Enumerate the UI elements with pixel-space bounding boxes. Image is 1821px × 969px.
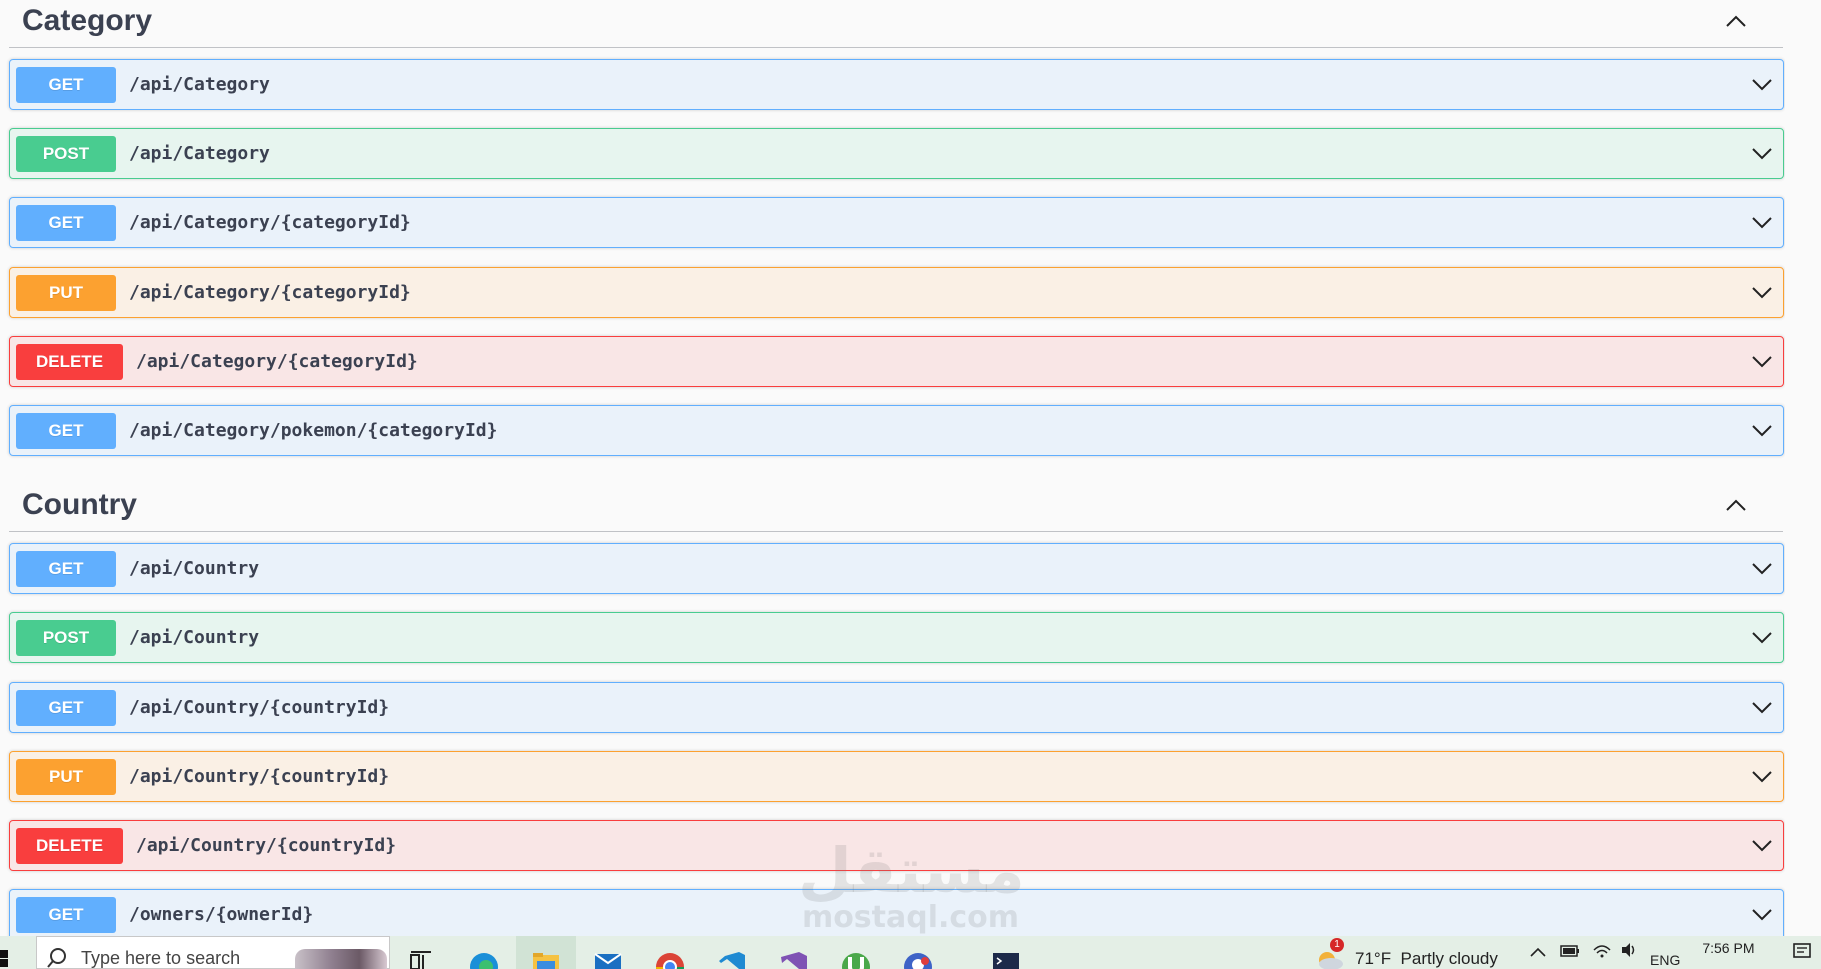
swagger-page: Category GET /api/Category POST /api/Cat… bbox=[0, 0, 1821, 936]
weather-alert-badge: 1 bbox=[1330, 938, 1344, 952]
method-badge: POST bbox=[16, 135, 116, 172]
method-badge: GET bbox=[16, 896, 116, 933]
taskbar-search-box[interactable]: Type here to search bbox=[36, 936, 390, 969]
operation-get-owner[interactable]: GET /owners/{ownerId} bbox=[9, 889, 1784, 936]
operation-put-country[interactable]: PUT /api/Country/{countryId} bbox=[9, 751, 1784, 802]
chevron-down-icon[interactable] bbox=[1747, 139, 1777, 169]
operation-delete-category[interactable]: DELETE /api/Category/{categoryId} bbox=[9, 336, 1784, 387]
operation-get-country-by-id[interactable]: GET /api/Country/{countryId} bbox=[9, 682, 1784, 733]
method-badge: DELETE bbox=[16, 827, 123, 864]
edge-icon[interactable] bbox=[454, 936, 514, 969]
method-badge: POST bbox=[16, 619, 116, 656]
method-badge: GET bbox=[16, 412, 116, 449]
chevron-down-icon[interactable] bbox=[1747, 416, 1777, 446]
operation-path: /api/Category bbox=[129, 143, 270, 164]
operation-path: /api/Country/{countryId} bbox=[129, 766, 390, 787]
method-badge: PUT bbox=[16, 274, 116, 311]
battery-icon[interactable] bbox=[1560, 944, 1580, 962]
clock[interactable]: 7:56 PM bbox=[1702, 940, 1754, 966]
method-badge: PUT bbox=[16, 758, 116, 795]
mail-icon[interactable] bbox=[578, 936, 638, 969]
start-button[interactable] bbox=[0, 944, 10, 969]
notification-icon[interactable] bbox=[1792, 941, 1812, 964]
operation-get-category-by-id[interactable]: GET /api/Category/{categoryId} bbox=[9, 197, 1784, 248]
system-tray: ENG 7:56 PM bbox=[1530, 936, 1812, 969]
operation-path: /api/Category/{categoryId} bbox=[129, 282, 411, 303]
chevron-down-icon[interactable] bbox=[1747, 831, 1777, 861]
scrollbar[interactable] bbox=[1785, 0, 1821, 936]
operation-path: /api/Country/{countryId} bbox=[136, 835, 397, 856]
operation-path: /api/Category/pokemon/{categoryId} bbox=[129, 420, 498, 441]
terminal-icon[interactable] bbox=[976, 936, 1036, 969]
chevron-down-icon[interactable] bbox=[1747, 208, 1777, 238]
utorrent-icon[interactable] bbox=[826, 936, 886, 969]
chrome-icon[interactable] bbox=[640, 936, 700, 969]
operation-path: /api/Category/{categoryId} bbox=[136, 351, 418, 372]
chevron-down-icon[interactable] bbox=[1747, 762, 1777, 792]
volume-icon[interactable] bbox=[1620, 942, 1638, 963]
tag-header-category[interactable]: Category bbox=[9, 0, 1783, 48]
operation-path: /api/Category/{categoryId} bbox=[129, 212, 411, 233]
chevron-down-icon[interactable] bbox=[1747, 347, 1777, 377]
operation-path: /api/Country bbox=[129, 558, 260, 579]
search-icon bbox=[47, 947, 67, 969]
vscode-icon[interactable] bbox=[702, 936, 762, 969]
file-explorer-icon[interactable] bbox=[516, 936, 576, 969]
language-indicator[interactable]: ENG bbox=[1650, 938, 1680, 968]
taskbar: Type here to search 1 71°F Partly cloudy bbox=[0, 936, 1821, 969]
method-badge: GET bbox=[16, 66, 116, 103]
operation-path: /api/Country bbox=[129, 627, 260, 648]
search-highlight-image bbox=[295, 949, 387, 969]
method-badge: DELETE bbox=[16, 343, 123, 380]
chevron-down-icon[interactable] bbox=[1747, 278, 1777, 308]
chevron-up-icon[interactable] bbox=[1530, 944, 1546, 962]
app-icon[interactable] bbox=[888, 936, 948, 969]
operation-path: /api/Category bbox=[129, 74, 270, 95]
operation-path: /owners/{ownerId} bbox=[129, 904, 314, 925]
method-badge: GET bbox=[16, 204, 116, 241]
weather-icon: 1 bbox=[1313, 936, 1345, 969]
chevron-down-icon[interactable] bbox=[1747, 623, 1777, 653]
operation-post-category[interactable]: POST /api/Category bbox=[9, 128, 1784, 179]
operation-delete-country[interactable]: DELETE /api/Country/{countryId} bbox=[9, 820, 1784, 871]
weather-text: 71°F Partly cloudy bbox=[1355, 948, 1498, 968]
chevron-down-icon[interactable] bbox=[1747, 70, 1777, 100]
method-badge: GET bbox=[16, 550, 116, 587]
visual-studio-icon[interactable] bbox=[764, 936, 824, 969]
wifi-icon[interactable] bbox=[1592, 942, 1612, 963]
chevron-up-icon[interactable] bbox=[1723, 492, 1749, 518]
operation-get-category-pokemon[interactable]: GET /api/Category/pokemon/{categoryId} bbox=[9, 405, 1784, 456]
tag-title: Country bbox=[22, 487, 137, 521]
tag-title: Category bbox=[22, 3, 153, 37]
search-placeholder: Type here to search bbox=[81, 948, 241, 968]
operation-post-country[interactable]: POST /api/Country bbox=[9, 612, 1784, 663]
operation-put-category[interactable]: PUT /api/Category/{categoryId} bbox=[9, 267, 1784, 318]
chevron-up-icon[interactable] bbox=[1723, 8, 1749, 34]
operation-path: /api/Country/{countryId} bbox=[129, 697, 390, 718]
method-badge: GET bbox=[16, 689, 116, 726]
task-view-icon[interactable] bbox=[391, 936, 451, 969]
operation-get-category[interactable]: GET /api/Category bbox=[9, 59, 1784, 110]
tag-header-country[interactable]: Country bbox=[9, 478, 1783, 532]
chevron-down-icon[interactable] bbox=[1747, 554, 1777, 584]
weather-widget[interactable]: 1 71°F Partly cloudy bbox=[1313, 936, 1498, 969]
chevron-down-icon[interactable] bbox=[1747, 900, 1777, 930]
operation-get-country[interactable]: GET /api/Country bbox=[9, 543, 1784, 594]
chevron-down-icon[interactable] bbox=[1747, 693, 1777, 723]
